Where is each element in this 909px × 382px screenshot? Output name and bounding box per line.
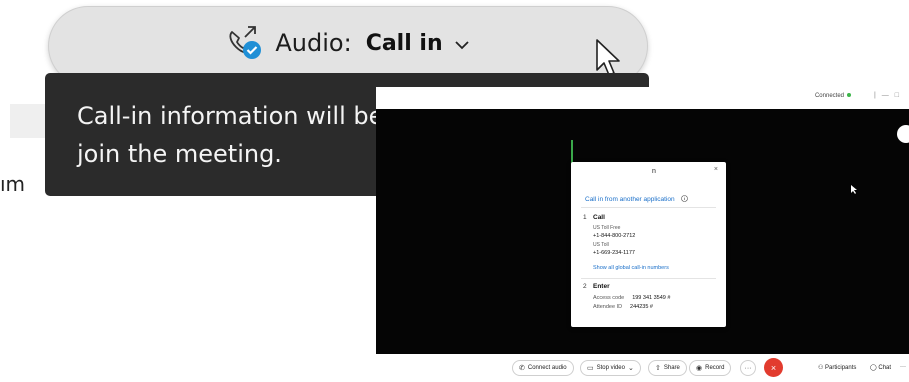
audio-label: Audio:: [275, 29, 352, 57]
record-button[interactable]: ◉ Record: [689, 360, 732, 376]
connect-audio-button[interactable]: ✆ Connect audio: [512, 360, 574, 376]
stop-video-button[interactable]: ▭ Stop video ⌄: [580, 360, 641, 376]
chat-button[interactable]: ◯ Chat: [870, 364, 891, 371]
connection-status: Connected: [815, 93, 851, 99]
status-dot-icon: [847, 93, 851, 97]
video-icon: ▭: [587, 365, 594, 372]
call-in-dialog: n × Call in from another application 1 C…: [571, 162, 726, 327]
show-all-numbers-link[interactable]: Show all global call-in numbers: [593, 265, 669, 271]
step-number: 1: [583, 214, 587, 221]
end-meeting-button[interactable]: ×: [764, 358, 783, 377]
side-button: [897, 125, 909, 143]
step-title: Call: [593, 214, 605, 221]
divider: [581, 207, 716, 208]
participants-icon: ⚇: [818, 365, 826, 371]
info-icon: [681, 195, 688, 202]
chevron-down-icon: ⌄: [627, 365, 634, 372]
call-from-app-link[interactable]: Call in from another application: [585, 196, 675, 203]
attendee-id-row: Attendee ID 244235 #: [593, 304, 653, 310]
meeting-title-bar: Connected |—□: [376, 87, 909, 109]
participants-button[interactable]: ⚇ Participants: [818, 364, 856, 371]
phone-connected-icon: [225, 23, 265, 63]
meeting-control-bar: ✆ Connect audio ▭ Stop video ⌄ ⇧ Share ◉ Reco…: [376, 354, 909, 382]
overflow-menu-icon[interactable]: ···: [900, 364, 906, 370]
window-controls: |—□: [873, 92, 905, 99]
toll-free-label: US Toll Free: [593, 225, 621, 231]
share-icon: ⇧: [655, 365, 661, 372]
phone-icon: ✆: [519, 365, 525, 372]
audio-value: Call in: [365, 30, 443, 56]
toll-number: +1-669-234-1177: [593, 250, 635, 256]
access-code-row: Access code 199 341 3549 #: [593, 295, 671, 301]
chevron-down-icon[interactable]: [453, 36, 471, 54]
more-options-button[interactable]: ···: [740, 360, 756, 376]
small-cursor-icon: [850, 182, 858, 194]
toll-free-number: +1-844-800-2712: [593, 233, 636, 239]
step-title: Enter: [593, 283, 610, 290]
dialog-title: n: [652, 168, 656, 175]
background-text-fragment: ım: [0, 172, 26, 196]
divider: [581, 278, 716, 279]
toll-label: US Toll: [593, 242, 609, 248]
share-button[interactable]: ⇧ Share: [648, 360, 687, 376]
record-icon: ◉: [696, 365, 703, 372]
step-number: 2: [583, 283, 587, 290]
close-icon[interactable]: ×: [714, 166, 718, 173]
meeting-window-screenshot: Connected |—□ n × Call in from another a…: [376, 87, 909, 382]
